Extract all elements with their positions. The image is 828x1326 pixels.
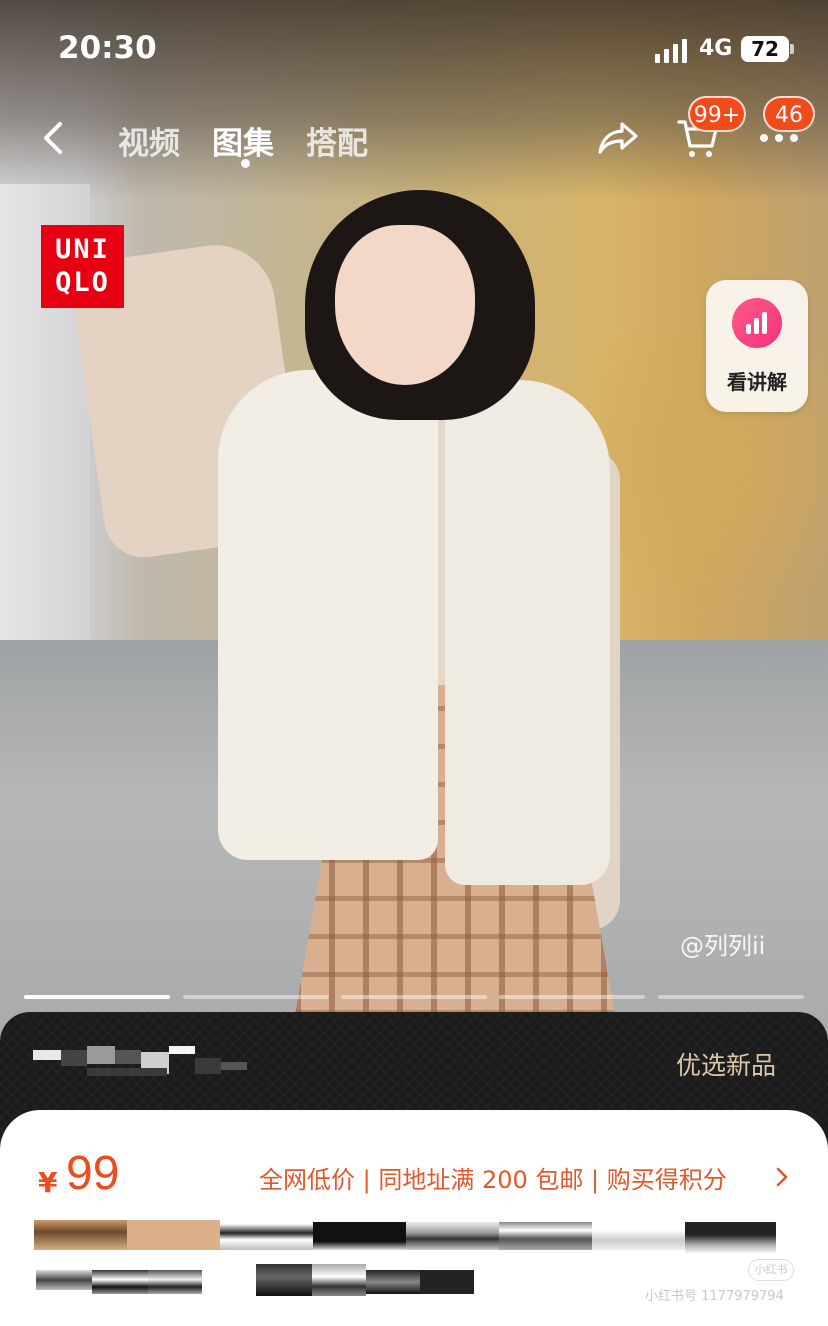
carousel-progress-segment: [658, 995, 804, 999]
model-vest: [445, 380, 610, 885]
cart-count-badge: 99+: [688, 96, 746, 132]
carousel-progress-segment: [24, 995, 170, 999]
tab-gallery[interactable]: 图集: [212, 118, 274, 163]
watermark-id: 小红书号 1177979794: [645, 1289, 784, 1304]
status-bar: 20:30 4G 72: [0, 0, 828, 96]
brand-logo-line: UNI: [55, 234, 110, 265]
tab-outfit[interactable]: 搭配: [306, 118, 368, 163]
carousel-progress-segment: [341, 995, 487, 999]
message-count-badge: 46: [763, 96, 815, 132]
chart-icon: [732, 298, 782, 348]
signal-icon: [655, 39, 687, 63]
back-icon[interactable]: [38, 120, 72, 156]
chevron-right-icon[interactable]: [774, 1166, 790, 1188]
carousel-progress-segment: [499, 995, 645, 999]
promo-text[interactable]: 全网低价 | 同地址满 200 包邮 | 购买得积分: [259, 1160, 727, 1195]
tab-video[interactable]: 视频: [118, 118, 180, 163]
brand-logo: UNI QLO: [41, 225, 124, 308]
carousel-progress-segment: [183, 995, 329, 999]
photo-credit: @列列ii: [680, 932, 766, 960]
explain-label: 看讲解: [727, 370, 787, 394]
model-face: [335, 225, 475, 385]
strip-label: 优选新品: [676, 1051, 777, 1080]
brand-logo-line: QLO: [55, 267, 110, 298]
battery-nub: [790, 44, 794, 54]
price-currency: ¥: [38, 1166, 58, 1199]
network-type: 4G: [699, 36, 733, 61]
battery-icon: 72: [741, 36, 789, 62]
watermark-logo: 小红书: [748, 1259, 794, 1281]
product-price: 99: [66, 1147, 120, 1200]
explain-button[interactable]: 看讲解: [706, 280, 808, 412]
active-tab-indicator: [241, 159, 250, 168]
status-time: 20:30: [58, 30, 157, 66]
model-vest: [218, 370, 438, 860]
share-icon[interactable]: [596, 118, 640, 158]
